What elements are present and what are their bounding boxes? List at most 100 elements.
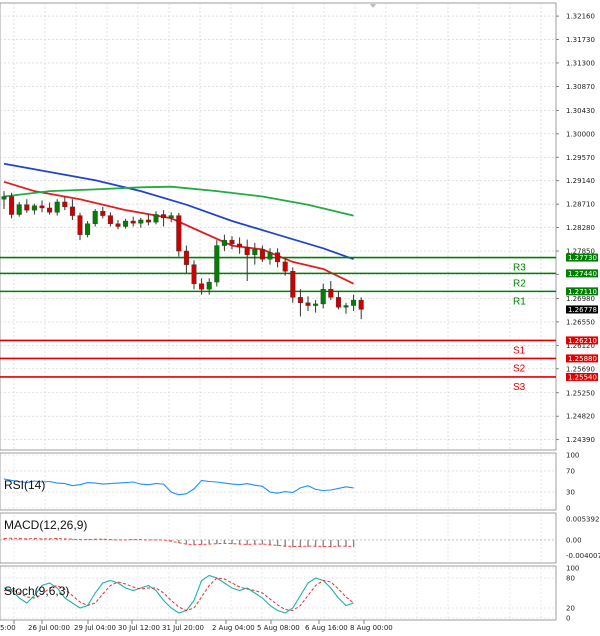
time-tick-label: 29 Jul 04:00: [74, 624, 116, 632]
candle-body: [85, 223, 91, 235]
price-tick-label: 1.31730: [566, 36, 595, 44]
indicator-tick-label: 100: [566, 565, 579, 573]
indicator-tick-label: 0: [566, 505, 570, 513]
rsi-pane-frame: [0, 452, 557, 511]
rsi-pane: 100 70 30 0 RSI(14): [0, 452, 579, 513]
candle-body: [69, 206, 75, 216]
candle-body: [1, 196, 7, 200]
candle-body: [199, 283, 205, 290]
price-tick-label: 1.24820: [566, 413, 595, 421]
indicator-tick-label: 0: [566, 615, 570, 623]
candle-body: [168, 215, 174, 218]
indicator-tick-label: -0.004007: [566, 552, 600, 560]
level-label-s2: S2: [513, 363, 526, 374]
candle-body: [123, 220, 129, 227]
level-tag-value: 1.27730: [568, 254, 597, 262]
candle-body: [290, 271, 296, 298]
price-pane-frame: [0, 2, 557, 451]
candle-body: [351, 299, 357, 306]
price-tick-label: 1.32160: [566, 13, 595, 21]
time-tick-label: 2 Aug 04:00: [212, 624, 255, 632]
level-label-r3: R3: [513, 263, 526, 274]
indicator-tick-label: 0.00: [566, 536, 582, 544]
price-tick-label: 1.28710: [566, 201, 595, 209]
time-tick-label: 6 Aug 16:00: [305, 624, 348, 632]
time-tick-label: 26 Jul 00:00: [28, 624, 70, 632]
price-tick-label: 1.30430: [566, 107, 595, 115]
candle-body: [297, 297, 303, 304]
level-tag-value: 1.27440: [568, 270, 597, 278]
indicator-tick-label: 100: [566, 452, 579, 460]
candle-body: [335, 297, 341, 308]
price-tick-label: 1.29570: [566, 154, 595, 162]
candle-body: [267, 252, 273, 260]
candle-body: [24, 204, 30, 211]
price-tick-label: 1.25250: [566, 389, 595, 397]
candle-body: [107, 215, 113, 224]
time-tick-label: 5 Aug 08:00: [257, 624, 300, 632]
candle-body: [343, 305, 349, 308]
time-tick-label: 8 Aug 00:00: [350, 624, 393, 632]
candle: [290, 267, 296, 303]
price-tick-label: 1.31300: [566, 59, 595, 67]
indicator-tick-label: 0.005392: [566, 516, 599, 524]
stoch-pane-frame: [0, 565, 557, 621]
candle-body: [9, 196, 15, 215]
candle-body: [47, 207, 53, 213]
indicator-tick-label: 20: [566, 605, 575, 613]
candle-body: [229, 239, 235, 245]
candle-body: [183, 250, 189, 265]
stoch-label: Stoch(9,6,3): [4, 584, 69, 598]
candle-body: [92, 211, 98, 224]
chart-canvas: R3 R2 R1 S1 S2 S3 1.32160 1.31730 1.31300 1.3087…: [0, 0, 600, 636]
candle-body: [320, 288, 326, 305]
time-tick-label: 30 Jul 12:00: [118, 624, 160, 632]
candle-body: [275, 252, 281, 263]
candle-body: [282, 261, 288, 272]
level-label-r2: R2: [513, 278, 526, 289]
candle-body: [305, 302, 311, 306]
stoch-pane: 100 80 20 0 Stoch(9,6,3): [0, 565, 579, 623]
candle-body: [206, 281, 212, 290]
candle: [92, 209, 98, 227]
candle: [9, 192, 15, 219]
macd-pane: 0.005392 0.00 -0.004007 MACD(12,26,9): [0, 512, 600, 564]
candle-body: [252, 249, 258, 256]
time-tick-label: 31 Jul 20:00: [162, 624, 204, 632]
candle-body: [259, 249, 265, 260]
indicator-tick-label: 70: [566, 467, 575, 475]
candle-body: [145, 219, 151, 223]
price-pane: R3 R2 R1 S1 S2 S3 1.32160 1.31730 1.31300 1.3087…: [0, 2, 598, 451]
macd-label: MACD(12,26,9): [4, 518, 87, 532]
price-tick-label: 1.25690: [566, 365, 595, 373]
candle-body: [244, 247, 250, 256]
price-tick-label: 1.30000: [566, 130, 595, 138]
time-tick-label: 5:00: [0, 624, 16, 632]
candle-body: [191, 264, 197, 284]
candle-body: [161, 214, 167, 218]
level-tag-value: 1.25880: [568, 355, 597, 363]
level-tag-value: 1.27110: [568, 288, 597, 296]
candle-body: [328, 288, 334, 298]
candle-body: [100, 211, 106, 216]
candle-body: [358, 299, 364, 310]
candle: [176, 212, 182, 257]
indicator-tick-label: 80: [566, 575, 575, 583]
candle-body: [138, 219, 144, 224]
candle-body: [153, 214, 159, 223]
candle-body: [214, 245, 220, 283]
price-tick-label: 1.26550: [566, 318, 595, 326]
current-price-tag: 1.26778: [568, 306, 597, 314]
candle-body: [77, 215, 83, 235]
candle-body: [31, 205, 37, 211]
candle-body: [130, 220, 136, 224]
candle-body: [39, 205, 45, 209]
price-tick-label: 1.24390: [566, 436, 595, 444]
level-label-s3: S3: [513, 382, 526, 393]
candle-body: [237, 243, 243, 248]
candle: [214, 240, 220, 287]
indicator-tick-label: 30: [566, 489, 575, 497]
candle-body: [221, 239, 227, 246]
candle-body: [313, 303, 319, 306]
level-tag-value: 1.26210: [568, 337, 597, 345]
